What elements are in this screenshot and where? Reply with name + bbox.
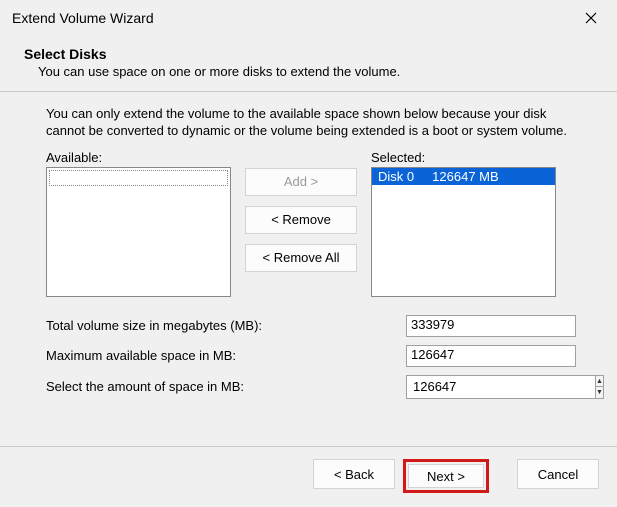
available-label: Available: <box>46 150 231 165</box>
max-space-row: Maximum available space in MB: 126647 <box>46 345 583 367</box>
available-selection-placeholder <box>49 170 228 186</box>
total-size-row: Total volume size in megabytes (MB): 333… <box>46 315 583 337</box>
select-amount-row: Select the amount of space in MB: ▲ ▼ <box>46 375 583 399</box>
next-button[interactable]: Next > <box>408 464 484 488</box>
titlebar: Extend Volume Wizard <box>0 0 617 36</box>
total-size-label: Total volume size in megabytes (MB): <box>46 318 406 333</box>
close-icon <box>585 12 597 24</box>
available-column: Available: <box>46 150 231 297</box>
content-area: You can only extend the volume to the av… <box>0 92 617 446</box>
cancel-button[interactable]: Cancel <box>517 459 599 489</box>
disk-columns: Available: Add > < Remove < Remove All S… <box>46 150 583 297</box>
window-title: Extend Volume Wizard <box>12 10 154 26</box>
remove-button[interactable]: < Remove <box>245 206 357 234</box>
back-button[interactable]: < Back <box>313 459 395 489</box>
remove-all-button[interactable]: < Remove All <box>245 244 357 272</box>
page-subtitle: You can use space on one or more disks t… <box>38 64 593 79</box>
total-size-value: 333979 <box>406 315 576 337</box>
selected-listbox[interactable]: Disk 0 126647 MB <box>371 167 556 297</box>
add-button[interactable]: Add > <box>245 168 357 196</box>
select-amount-spinner: ▲ ▼ <box>406 375 576 399</box>
page-title: Select Disks <box>24 46 593 62</box>
select-amount-label: Select the amount of space in MB: <box>46 379 406 394</box>
selected-label: Selected: <box>371 150 556 165</box>
extend-volume-wizard: Extend Volume Wizard Select Disks You ca… <box>0 0 617 507</box>
spinner-down-button[interactable]: ▼ <box>596 386 603 398</box>
spinner-up-button[interactable]: ▲ <box>596 376 603 387</box>
select-amount-input[interactable] <box>406 375 595 399</box>
transfer-buttons: Add > < Remove < Remove All <box>245 168 357 272</box>
page-header: Select Disks You can use space on one or… <box>0 36 617 89</box>
available-listbox[interactable] <box>46 167 231 297</box>
spinner-buttons: ▲ ▼ <box>595 375 604 399</box>
size-fields: Total volume size in megabytes (MB): 333… <box>46 315 583 399</box>
explanation-text: You can only extend the volume to the av… <box>46 106 583 140</box>
max-space-value: 126647 <box>406 345 576 367</box>
next-button-highlight: Next > <box>403 459 489 493</box>
selected-disk-item[interactable]: Disk 0 126647 MB <box>372 168 555 185</box>
max-space-label: Maximum available space in MB: <box>46 348 406 363</box>
wizard-footer: < Back Next > Cancel <box>0 447 617 507</box>
close-button[interactable] <box>573 4 609 32</box>
selected-column: Selected: Disk 0 126647 MB <box>371 150 556 297</box>
